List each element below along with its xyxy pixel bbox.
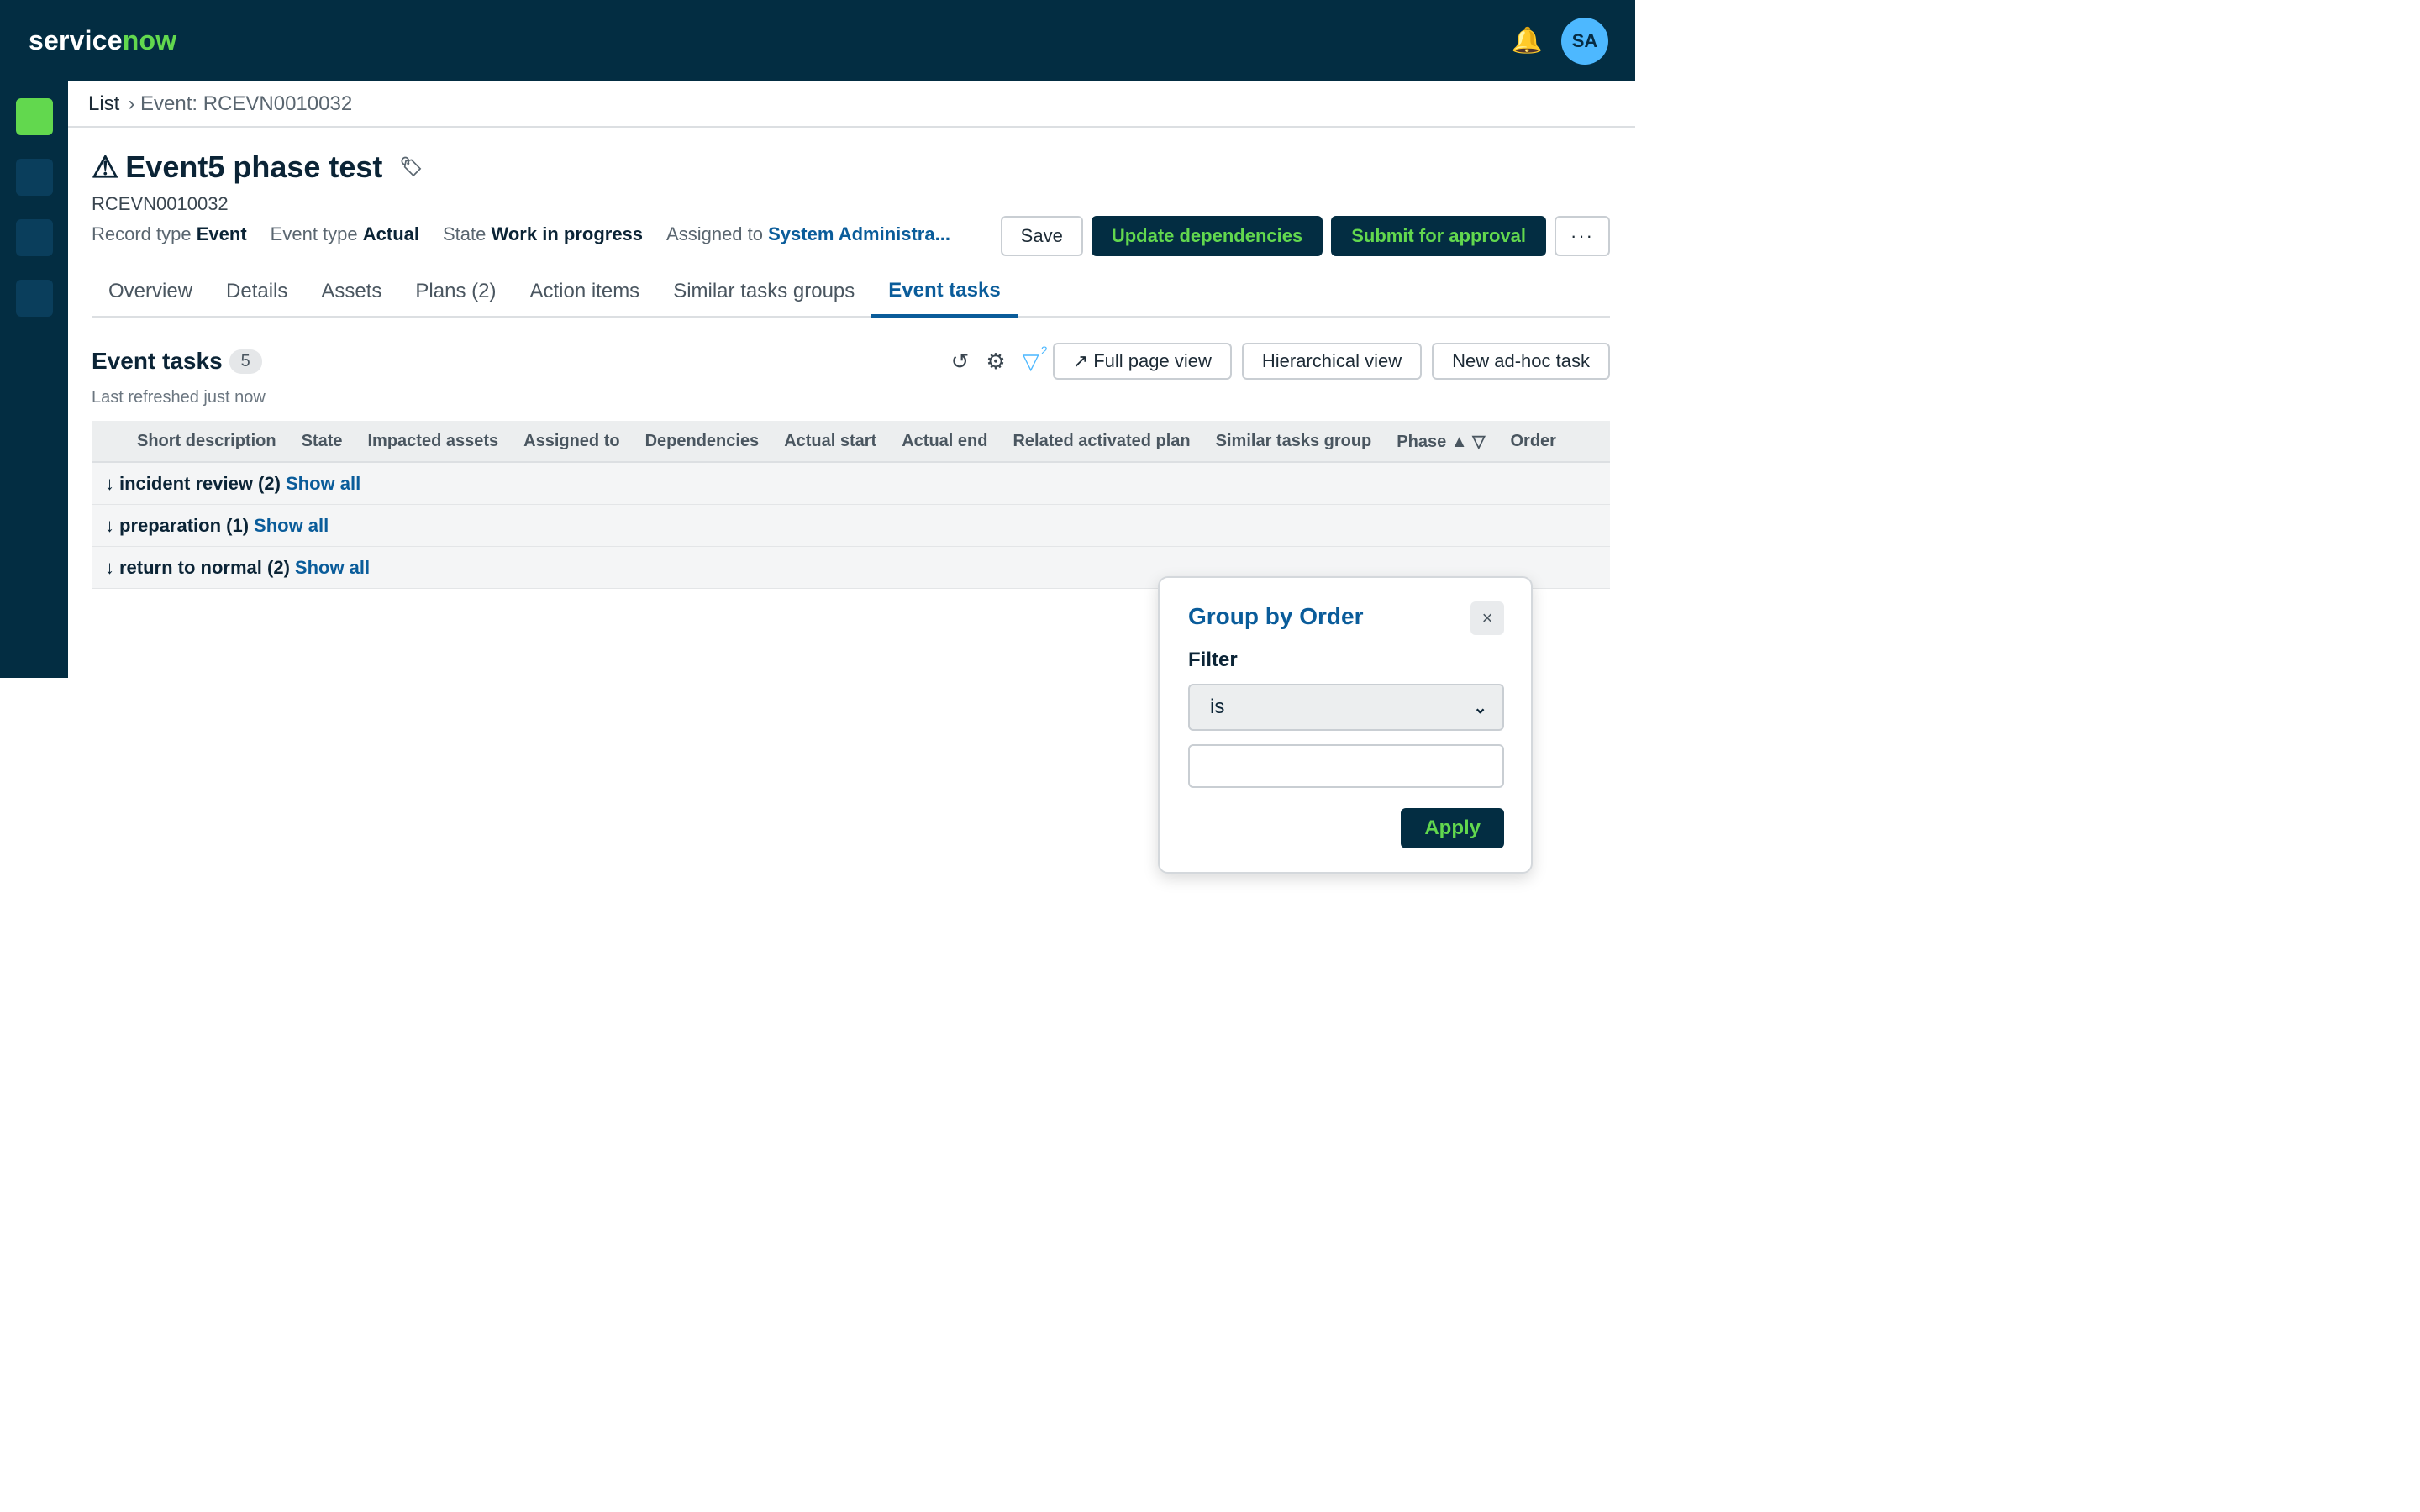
col-assigned-to[interactable]: Assigned to (511, 432, 632, 451)
tag-icon[interactable]: 🏷 (399, 156, 423, 178)
event-tasks-table: Short description State Impacted assets … (92, 421, 1610, 589)
record-tabs: Overview Details Assets Plans (2) Action… (92, 267, 1610, 318)
operator-select[interactable]: is ⌄ (1188, 684, 1504, 731)
main-area: List › Event: RCEVN0010032 ⚠ Event5 phas… (68, 81, 1635, 589)
list-tools: ↺ ⚙ ▽ 2 ↗ Full page view Hierarchical vie… (948, 343, 1610, 380)
group-label: preparation (1) (119, 514, 250, 536)
new-ad-hoc-task-button[interactable]: New ad-hoc task (1432, 343, 1610, 380)
col-actual-start[interactable]: Actual start (771, 432, 889, 451)
brand-logo[interactable]: servicenow (29, 25, 176, 56)
chevron-down-icon: ⌄ (1473, 698, 1487, 717)
record-title: Event5 phase test (125, 150, 383, 184)
breadcrumb-current: › Event: RCEVN0010032 (128, 92, 353, 115)
apply-button[interactable]: Apply (1401, 808, 1504, 848)
submit-for-approval-button[interactable]: Submit for approval (1331, 216, 1546, 256)
tab-action-items[interactable]: Action items (513, 267, 656, 316)
table-header: Short description State Impacted assets … (92, 421, 1610, 463)
meta-record-type: Record type Event (92, 223, 247, 245)
brand-service: service (29, 25, 123, 55)
show-all-link[interactable]: Show all (286, 473, 360, 495)
meta-state: State Work in progress (443, 223, 643, 245)
count-badge: 5 (229, 349, 262, 374)
meta-state-label: State (443, 223, 487, 244)
col-state[interactable]: State (289, 432, 355, 451)
hierarchical-view-button[interactable]: Hierarchical view (1241, 343, 1423, 380)
collapse-arrow-icon[interactable]: ↓ (105, 515, 114, 537)
col-phase[interactable]: Phase ▲ ▽ (1384, 431, 1497, 452)
show-all-link[interactable]: Show all (295, 557, 370, 579)
tab-event-tasks[interactable]: Event tasks (871, 267, 1018, 318)
filter-icon[interactable]: ▽ 2 (1019, 344, 1048, 375)
collapse-arrow-icon[interactable]: ↓ (105, 557, 114, 579)
meta-event-type: Event type Actual (271, 223, 419, 245)
record-number: RCEVN0010032 (92, 193, 229, 214)
tab-overview[interactable]: Overview (92, 267, 209, 316)
last-refreshed: Last refreshed just now (92, 388, 266, 407)
rail-item-home[interactable] (15, 98, 53, 135)
col-short-description[interactable]: Short description (92, 432, 289, 451)
rail-item-app-2[interactable] (15, 219, 53, 256)
col-impacted-assets[interactable]: Impacted assets (355, 432, 511, 451)
tab-similar-tasks-groups[interactable]: Similar tasks groups (656, 267, 871, 316)
tab-plans[interactable]: Plans (2) (398, 267, 513, 316)
filter-value-input[interactable] (1188, 744, 1504, 788)
group-label: incident review (2) (119, 472, 281, 494)
col-related-activated-plan[interactable]: Related activated plan (1000, 432, 1202, 451)
update-dependencies-button[interactable]: Update dependencies (1091, 216, 1323, 256)
header-actions: 🔔 SA (1512, 17, 1608, 65)
group-label: return to normal (2) (119, 556, 290, 578)
rail-item-app-3[interactable] (15, 280, 53, 317)
gear-icon[interactable]: ⚙ (982, 349, 1008, 375)
save-button[interactable]: Save (1000, 216, 1083, 256)
more-actions-button[interactable]: ··· (1555, 216, 1610, 256)
group-by-popover: Group by Order × Filter is ⌄ Apply (1158, 576, 1533, 874)
list-title: Event tasks 5 (92, 348, 262, 375)
meta-assigned-label: Assigned to (666, 223, 763, 244)
top-header: servicenow 🔔 SA (0, 0, 1635, 81)
left-rail (0, 81, 68, 678)
refresh-icon[interactable]: ↺ (948, 349, 973, 375)
avatar[interactable]: SA (1561, 17, 1608, 65)
meta-event-type-label: Event type (270, 223, 358, 244)
meta-record-type-label: Record type (92, 223, 192, 244)
show-all-link[interactable]: Show all (254, 515, 329, 537)
meta-state-value: Work in progress (491, 223, 644, 244)
collapse-arrow-icon[interactable]: ↓ (105, 473, 114, 495)
group-row[interactable]: ↓ incident review (2) Show all (92, 463, 1610, 505)
filter-label: Filter (1188, 648, 1238, 671)
title-row: ⚠ Event5 phase test 🏷 (92, 150, 1610, 185)
tab-details[interactable]: Details (209, 267, 304, 316)
page-title: ⚠ Event5 phase test 🏷 (92, 150, 423, 185)
full-page-view-button[interactable]: ↗ Full page view (1052, 343, 1232, 380)
breadcrumb-list-link[interactable]: List (88, 92, 119, 116)
col-order[interactable]: Order (1498, 432, 1569, 451)
breadcrumb: List › Event: RCEVN0010032 (68, 81, 1635, 128)
rail-item-app-1[interactable] (15, 159, 53, 196)
list-header: Event tasks 5 ↺ ⚙ ▽ 2 ↗ Full page view Hi… (92, 343, 1610, 380)
col-dependencies[interactable]: Dependencies (633, 432, 772, 451)
close-icon[interactable]: × (1470, 601, 1504, 635)
bell-icon[interactable]: 🔔 (1512, 28, 1543, 54)
warning-icon: ⚠ (92, 150, 119, 184)
col-similar-tasks-group[interactable]: Similar tasks group (1203, 432, 1385, 451)
group-row[interactable]: ↓ preparation (1) Show all (92, 505, 1610, 547)
tab-assets[interactable]: Assets (304, 267, 398, 316)
brand-now: now (122, 25, 177, 55)
popover-title: Group by Order (1188, 603, 1364, 629)
list-title-text: Event tasks (92, 348, 223, 374)
meta-event-type-value: Actual (362, 223, 419, 244)
meta-assigned: Assigned to System Administra... (666, 223, 950, 245)
meta-record-type-value: Event (196, 223, 247, 244)
col-actual-end[interactable]: Actual end (889, 432, 1000, 451)
record-actions: Save Update dependencies Submit for appr… (1000, 216, 1610, 256)
meta-assigned-link[interactable]: System Administra... (768, 223, 950, 244)
record-content: ⚠ Event5 phase test 🏷 Save Update depend… (68, 150, 1635, 589)
filter-count: 2 (1040, 343, 1048, 357)
operator-value: is (1210, 696, 1225, 718)
